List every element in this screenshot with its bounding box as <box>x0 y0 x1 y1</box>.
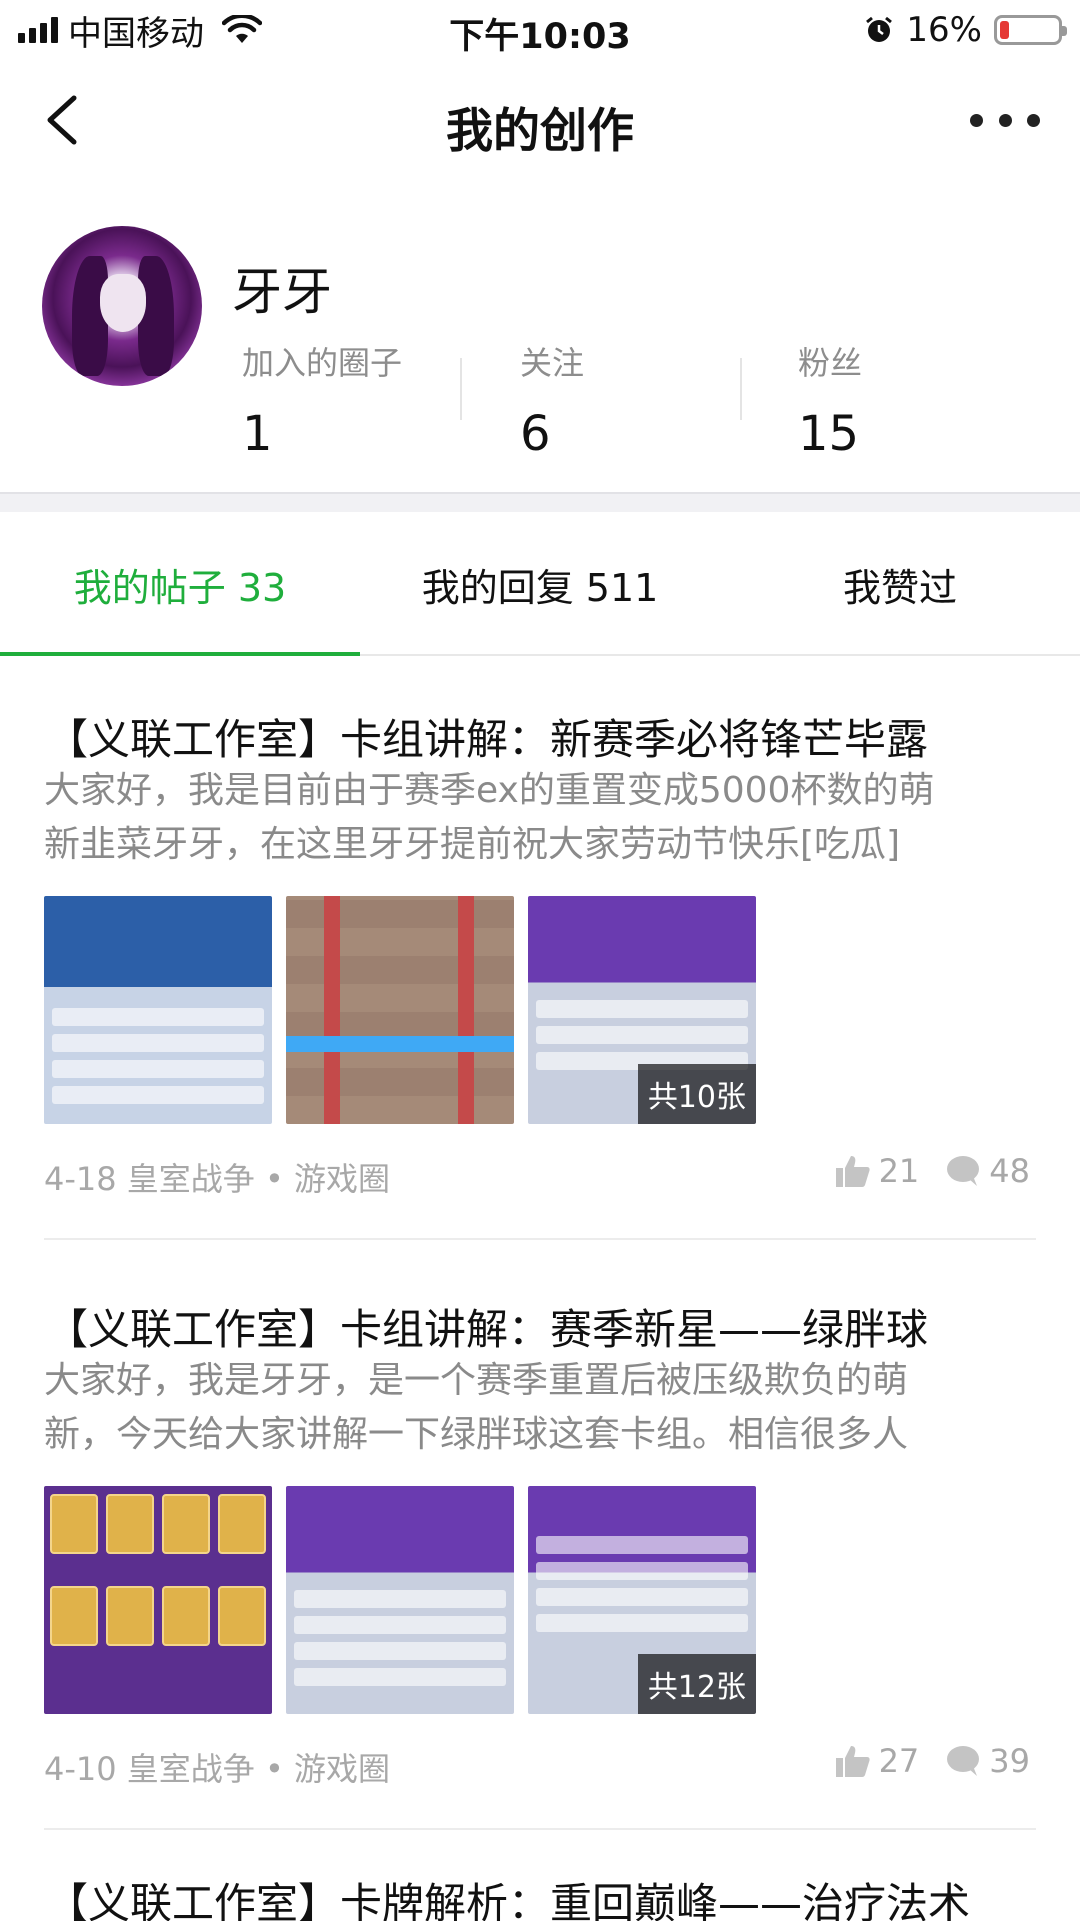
comment-icon[interactable] <box>945 1744 981 1778</box>
nav-bar: 我的创作 <box>0 60 1080 180</box>
tab-active-indicator <box>0 652 360 656</box>
page-title: 我的创作 <box>446 104 634 159</box>
alarm-icon <box>866 16 893 42</box>
post-title[interactable]: 【义联工作室】卡组讲解：新赛季必将锋芒毕露 <box>46 706 1046 767</box>
post-excerpt: 大家好，我是目前由于赛季ex的重置变成5000杯数的萌 新韭菜牙牙，在这里牙牙提… <box>44 764 1034 872</box>
post-meta: 4-10 皇室战争 • 游戏圈 <box>44 1750 391 1788</box>
post-item[interactable]: 【义联工作室】卡组讲解：赛季新星——绿胖球 大家好，我是牙牙，是一个赛季重置后被… <box>0 1280 1080 1840</box>
stat-value: 6 <box>520 406 551 462</box>
excerpt-line: 新，今天给大家讲解一下绿胖球这套卡组。相信很多人 <box>44 1414 909 1455</box>
like-count: 21 <box>878 1152 920 1190</box>
post-image[interactable] <box>286 1486 514 1714</box>
post-divider <box>44 1828 1036 1830</box>
battery-percent: 16% <box>906 10 982 50</box>
stat-label: 粉丝 <box>798 344 863 382</box>
post-excerpt: 大家好，我是牙牙，是一个赛季重置后被压级欺负的萌 新，今天给大家讲解一下绿胖球这… <box>44 1354 1034 1462</box>
like-icon[interactable] <box>835 1154 871 1188</box>
status-bar: 中国移动 下午10:03 16% <box>0 0 1080 60</box>
stat-followers[interactable]: 粉丝 15 <box>798 338 862 462</box>
comment-count: 48 <box>989 1152 1030 1190</box>
username: 牙牙 <box>232 263 332 321</box>
like-icon[interactable] <box>835 1744 871 1778</box>
post-image[interactable] <box>44 1486 272 1714</box>
post-metrics: 21 48 <box>835 1152 1030 1190</box>
post-image[interactable]: 共10张 <box>528 896 756 1124</box>
status-right: 16% <box>864 8 1067 52</box>
post-metrics: 27 39 <box>835 1742 1030 1780</box>
tab-bar: 我的帖子 33 我的回复 511 我赞过 <box>0 512 1080 656</box>
section-divider <box>0 492 1080 512</box>
stat-divider <box>740 358 742 420</box>
stat-divider <box>460 358 462 420</box>
stat-value: 15 <box>798 406 860 462</box>
like-count: 27 <box>878 1742 920 1780</box>
stat-label: 加入的圈子 <box>242 344 403 382</box>
excerpt-line: 大家好，我是牙牙，是一个赛季重置后被压级欺负的萌 <box>44 1360 909 1401</box>
tab-my-replies[interactable]: 我的回复 511 <box>360 512 720 656</box>
post-image[interactable]: 共12张 <box>528 1486 756 1714</box>
more-icon[interactable] <box>970 100 1040 140</box>
stat-following[interactable]: 关注 6 <box>520 338 584 462</box>
image-count-badge: 共10张 <box>637 1064 756 1124</box>
post-meta: 4-18 皇室战争 • 游戏圈 <box>44 1160 391 1198</box>
tab-my-posts[interactable]: 我的帖子 33 <box>0 512 360 656</box>
stat-value: 1 <box>242 406 273 462</box>
excerpt-line: 大家好，我是目前由于赛季ex的重置变成5000杯数的萌 <box>44 770 935 811</box>
stat-label: 关注 <box>520 344 585 382</box>
avatar[interactable] <box>42 226 202 386</box>
post-divider <box>44 1238 1036 1240</box>
post-image[interactable] <box>44 896 272 1124</box>
stat-circles[interactable]: 加入的圈子 1 <box>242 338 402 462</box>
tab-liked[interactable]: 我赞过 <box>720 512 1080 656</box>
battery-level-fill <box>1000 21 1009 39</box>
comment-icon[interactable] <box>945 1154 981 1188</box>
post-item[interactable]: 【义联工作室】卡组讲解：新赛季必将锋芒毕露 大家好，我是目前由于赛季ex的重置变… <box>0 690 1080 1250</box>
post-title[interactable]: 【义联工作室】卡组讲解：赛季新星——绿胖球 <box>46 1296 1046 1357</box>
post-title[interactable]: 【义联工作室】卡牌解析：重回巅峰——治疗法术 <box>46 1870 1046 1921</box>
post-image[interactable] <box>286 896 514 1124</box>
post-item[interactable]: 【义联工作室】卡牌解析：重回巅峰——治疗法术 <box>0 1870 1080 1921</box>
comment-count: 39 <box>989 1742 1030 1780</box>
excerpt-line: 新韭菜牙牙，在这里牙牙提前祝大家劳动节快乐[吃瓜] <box>44 824 901 865</box>
image-count-badge: 共12张 <box>637 1654 756 1714</box>
battery-icon <box>994 15 1067 45</box>
profile-header: 牙牙 加入的圈子 1 关注 6 粉丝 15 <box>0 180 1080 490</box>
